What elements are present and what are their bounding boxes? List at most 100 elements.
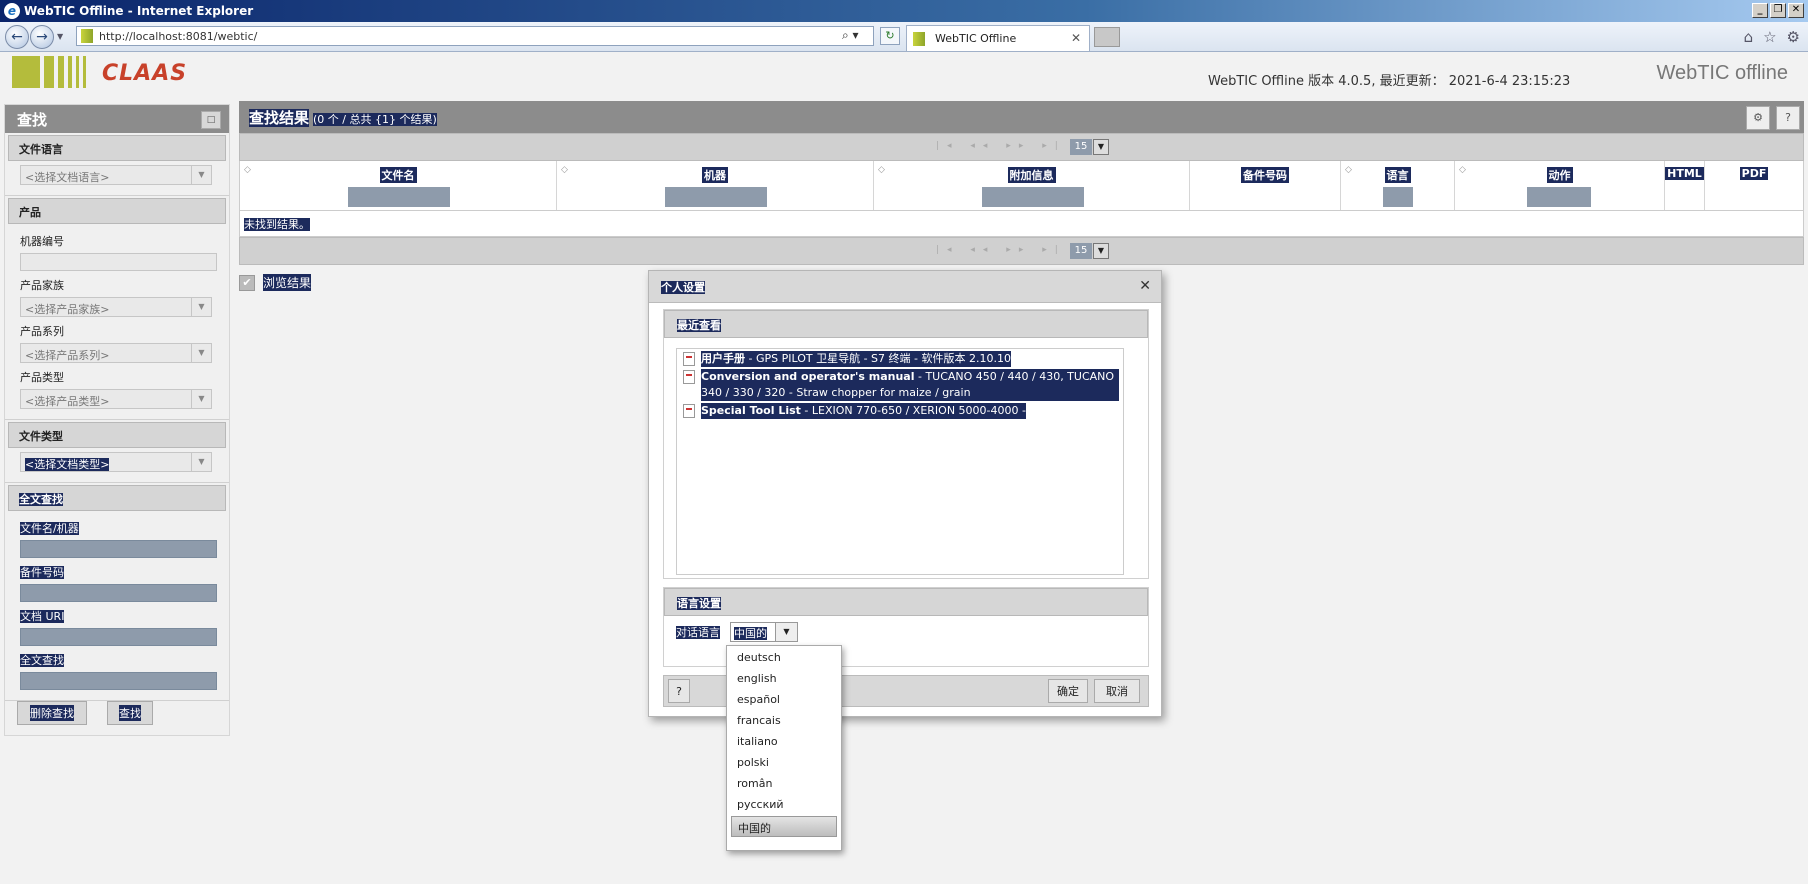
dialog-language-select[interactable]: 中国的 ▼ [730, 622, 798, 642]
column-label: 语言 [1384, 167, 1411, 183]
select-placeholder: <选择文档类型> [25, 458, 110, 471]
filename-input[interactable] [20, 540, 217, 558]
history-dropdown-icon[interactable]: ▼ [57, 32, 63, 41]
tab-title: WebTIC Offline [935, 32, 1017, 45]
favorites-star-icon[interactable]: ☆ [1763, 28, 1776, 46]
recent-item[interactable]: 用户手册 - GPS PILOT 卫星导航 - S7 终端 - 软件版本 2.1… [681, 351, 1119, 367]
pager-nav-icons[interactable]: |◂ ◂◂ ▸▸ ▸| [936, 245, 1066, 255]
sort-icon[interactable]: ◇ [244, 165, 251, 175]
column-part-number[interactable]: 备件号码 [1190, 161, 1341, 210]
restore-icon[interactable]: ❐ [1770, 3, 1786, 18]
results-count: (0 个 / 总共 {1} 个结果) [313, 113, 437, 126]
doc-language-select[interactable]: <选择文档语言> ▼ [20, 165, 212, 185]
fulltext-label: 全文查找 [20, 652, 229, 668]
logo-bars-icon [12, 56, 86, 88]
column-label: 机器 [702, 167, 728, 183]
chevron-down-icon: ▼ [775, 623, 797, 641]
pager-nav-icons[interactable]: |◂ ◂◂ ▸▸ ▸| [936, 141, 1066, 151]
doc-type-select[interactable]: <选择文档类型> ▼ [20, 452, 212, 472]
language-option[interactable]: polski [727, 753, 841, 774]
search-sidebar: 查找 □ 文件语言 <选择文档语言> ▼ 产品 机器编号 产品家族 <选择产品家… [4, 104, 230, 736]
section-doc-type: 文件类型 [8, 422, 226, 448]
filter-input[interactable] [1383, 187, 1413, 207]
column-html: HTML [1665, 161, 1705, 210]
language-option[interactable]: русский [727, 795, 841, 816]
chevron-down-icon: ▼ [191, 390, 211, 408]
recent-item[interactable]: Special Tool List - LEXION 770-650 / XER… [681, 403, 1119, 419]
product-type-select[interactable]: <选择产品类型> ▼ [20, 389, 212, 409]
checkbox-icon[interactable]: ✔ [239, 274, 255, 291]
language-option[interactable]: español [727, 690, 841, 711]
results-title: 查找结果 [249, 109, 310, 127]
search-button[interactable]: 查找 [107, 701, 153, 725]
recent-panel-header: 最近查看 [664, 310, 1148, 338]
browse-results-toggle[interactable]: ✔ 浏览结果 [239, 274, 312, 291]
label-text: 备件号码 [20, 566, 64, 579]
language-option-selected[interactable]: 中国的 [731, 816, 837, 837]
close-icon[interactable]: ✕ [1788, 3, 1804, 18]
close-icon[interactable]: ✕ [1139, 278, 1151, 294]
filter-input[interactable] [1527, 187, 1591, 207]
home-icon[interactable]: ⌂ [1744, 28, 1754, 46]
language-option[interactable]: francais [727, 711, 841, 732]
filename-label: 文件名/机器 [20, 520, 229, 536]
sort-icon[interactable]: ◇ [1345, 165, 1352, 175]
recent-item[interactable]: Conversion and operator's manual - TUCAN… [681, 369, 1119, 401]
sort-icon[interactable]: ◇ [1459, 165, 1466, 175]
logo-text: CLAAS [102, 61, 188, 86]
column-filename[interactable]: ◇ 文件名 [240, 161, 557, 210]
column-language[interactable]: ◇ 语言 [1341, 161, 1455, 210]
minimize-icon[interactable]: _ [1752, 3, 1768, 18]
fulltext-input[interactable] [20, 672, 217, 690]
filter-input[interactable] [665, 187, 767, 207]
new-tab-button[interactable] [1094, 27, 1120, 47]
language-option[interactable]: italiano [727, 732, 841, 753]
sidebar-title: 查找 [17, 111, 48, 129]
refresh-icon[interactable]: ↻ [880, 27, 900, 45]
column-label: PDF [1739, 167, 1769, 180]
column-machine[interactable]: ◇ 机器 [557, 161, 874, 210]
chevron-down-icon: ▼ [191, 453, 211, 471]
cancel-button[interactable]: 取消 [1094, 679, 1140, 703]
browse-results-label: 浏览结果 [263, 274, 312, 291]
recent-item-detail: - GPS PILOT 卫星导航 - S7 终端 - 软件版本 2.10.10 [745, 352, 1011, 365]
column-pdf: PDF [1705, 161, 1803, 210]
product-family-select[interactable]: <选择产品家族> ▼ [20, 297, 212, 317]
ok-button[interactable]: 确定 [1048, 679, 1088, 703]
version-info: WebTIC Offline 版本 4.0.5, 最近更新： 2021-6-4 … [1208, 74, 1571, 89]
section-product: 产品 [8, 198, 226, 224]
delete-search-button[interactable]: 删除查找 [17, 701, 87, 725]
address-input[interactable]: http://localhost:8081/webtic/ [76, 26, 874, 46]
column-actions[interactable]: ◇ 动作 [1455, 161, 1665, 210]
sort-icon[interactable]: ◇ [878, 165, 885, 175]
gear-icon[interactable]: ⚙ [1746, 106, 1770, 130]
language-option[interactable]: român [727, 774, 841, 795]
section-doc-language: 文件语言 [8, 135, 226, 161]
back-icon[interactable]: ← [5, 25, 29, 49]
sort-icon[interactable]: ◇ [561, 165, 568, 175]
filter-input[interactable] [348, 187, 450, 207]
product-series-select[interactable]: <选择产品系列> ▼ [20, 343, 212, 363]
pdf-icon [683, 404, 695, 418]
select-placeholder: <选择产品类型> [25, 395, 110, 408]
collapse-icon[interactable]: □ [201, 111, 221, 129]
url-search-icon[interactable]: ⌕ ▾ [842, 28, 859, 43]
column-additional-info[interactable]: ◇ 附加信息 [874, 161, 1190, 210]
machine-no-input[interactable] [20, 253, 217, 271]
chevron-down-icon[interactable]: ▼ [1093, 243, 1109, 259]
chevron-down-icon[interactable]: ▼ [1093, 139, 1109, 155]
uri-input[interactable] [20, 628, 217, 646]
forward-icon[interactable]: → [30, 25, 54, 49]
help-icon[interactable]: ? [1776, 106, 1800, 130]
pager-bottom: |◂ ◂◂ ▸▸ ▸| 15 ▼ [239, 237, 1804, 265]
partno-input[interactable] [20, 584, 217, 602]
settings-gear-icon[interactable]: ⚙ [1787, 28, 1800, 46]
help-button[interactable]: ? [668, 679, 690, 703]
section-title: 文件类型 [19, 430, 63, 443]
language-option[interactable]: english [727, 669, 841, 690]
filter-input[interactable] [982, 187, 1084, 207]
browser-tab[interactable]: WebTIC Offline ✕ [906, 25, 1090, 51]
tab-close-icon[interactable]: ✕ [1071, 31, 1081, 45]
language-option[interactable]: deutsch [727, 648, 841, 669]
language-dropdown: deutsch english español francais italian… [726, 645, 842, 851]
